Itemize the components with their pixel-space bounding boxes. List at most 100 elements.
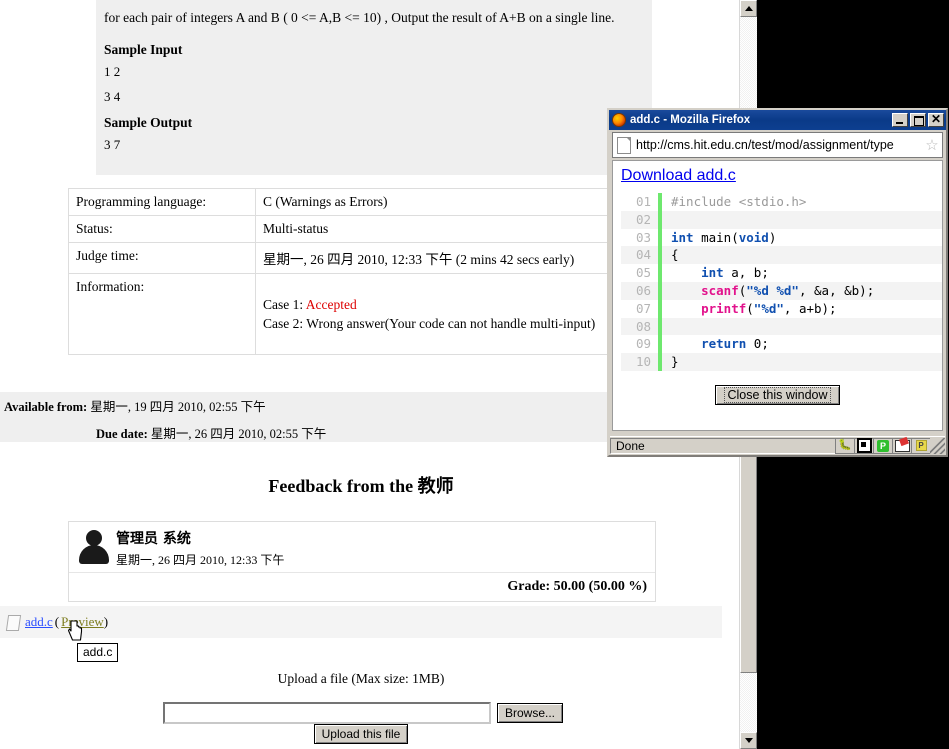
attachment-row: add.c ( Preview ) bbox=[0, 606, 722, 638]
available-from-value: 星期一, 19 四月 2010, 02:55 下午 bbox=[87, 400, 266, 414]
stop-icon[interactable] bbox=[854, 437, 873, 454]
code-gutter-marker bbox=[658, 264, 662, 282]
close-paren: ) bbox=[103, 614, 109, 629]
case-1-status: Accepted bbox=[305, 297, 357, 312]
code-line: 10} bbox=[621, 353, 942, 371]
code-text: } bbox=[671, 354, 679, 370]
green-p-icon[interactable]: P bbox=[873, 437, 892, 454]
row-label: Status: bbox=[68, 215, 256, 243]
code-text: { bbox=[671, 247, 679, 263]
due-date-value: 星期一, 26 四月 2010, 02:55 下午 bbox=[147, 427, 327, 441]
row-value: 星期一, 26 四月 2010, 12:33 下午 (2 mins 42 sec… bbox=[255, 242, 668, 274]
yellow-p-icon[interactable]: P bbox=[911, 437, 930, 454]
code-text: int a, b; bbox=[701, 265, 769, 281]
upload-this-file-button[interactable]: Upload this file bbox=[313, 724, 409, 744]
scroll-down-button[interactable] bbox=[740, 732, 757, 749]
line-number: 06 bbox=[635, 282, 651, 298]
firefox-logo-icon bbox=[612, 113, 626, 127]
row-label: Programming language: bbox=[68, 188, 256, 216]
code-gutter-marker bbox=[658, 299, 662, 318]
due-date-label: Due date: bbox=[96, 427, 148, 441]
description-body: for each pair of integers A and B ( 0 <=… bbox=[104, 10, 615, 25]
close-this-window-button[interactable]: Close this window bbox=[715, 384, 840, 405]
code-gutter-marker bbox=[658, 353, 662, 371]
code-gutter-marker bbox=[658, 317, 662, 336]
feedback-author-name: 管理员 系统 bbox=[116, 531, 191, 547]
feedback-date: 星期一, 26 四月 2010, 12:33 下午 bbox=[116, 553, 285, 567]
file-icon bbox=[5, 614, 22, 631]
code-line: 02 bbox=[621, 210, 942, 229]
sample-input-line-2: 3 4 bbox=[104, 88, 121, 104]
table-row-information: Information: Case 1: Accepted Case 2: Wr… bbox=[68, 273, 668, 355]
close-button[interactable]: ✕ bbox=[928, 112, 944, 127]
grade-text: Grade: 50.00 (50.00 %) bbox=[69, 572, 655, 601]
page-document-icon bbox=[616, 136, 632, 154]
line-number: 02 bbox=[635, 211, 651, 227]
code-text: int main(void) bbox=[671, 229, 777, 245]
scroll-up-button[interactable] bbox=[740, 0, 757, 17]
feedback-meta: 管理员 系统 星期一, 26 四月 2010, 12:33 下午 bbox=[112, 528, 284, 568]
code-line: 05 int a, b; bbox=[621, 264, 942, 282]
mouse-cursor-pointer bbox=[68, 620, 83, 641]
file-tooltip: add.c bbox=[77, 643, 119, 662]
code-text: #include <stdio.h> bbox=[671, 194, 807, 209]
resize-grip-icon[interactable] bbox=[930, 437, 945, 454]
download-link[interactable]: Download add.c bbox=[613, 161, 942, 185]
status-bar-icons: 🐛 P P bbox=[835, 437, 945, 454]
code-gutter-marker bbox=[658, 210, 662, 229]
source-code-viewer: 01 #include <stdio.h> 02 03 int main(void) 04… bbox=[621, 193, 942, 371]
code-line: 08 bbox=[621, 317, 942, 336]
case-1-line: Case 1: Accepted bbox=[263, 297, 660, 313]
close-this-window-label: Close this window bbox=[724, 386, 831, 403]
screen: for each pair of integers A and B ( 0 <=… bbox=[0, 0, 949, 749]
sample-input-line-1: 1 2 bbox=[104, 64, 121, 80]
line-number: 09 bbox=[635, 336, 651, 352]
firefox-title-bar[interactable]: add.c - Mozilla Firefox ✕ bbox=[609, 110, 946, 130]
code-line: 09 return 0; bbox=[621, 335, 942, 354]
browse-button[interactable]: Browse... bbox=[497, 703, 564, 723]
code-gutter-marker bbox=[658, 335, 662, 354]
table-row: Judge time: 星期一, 26 四月 2010, 12:33 下午 (2… bbox=[68, 242, 668, 274]
code-text: return 0; bbox=[701, 336, 769, 352]
submission-info-table: Programming language: C (Warnings as Err… bbox=[68, 188, 668, 355]
maximize-button[interactable] bbox=[910, 113, 926, 127]
scrollbar-thumb[interactable] bbox=[740, 455, 757, 673]
upload-submit-wrap: Upload this file bbox=[0, 724, 722, 744]
problem-description: for each pair of integers A and B ( 0 <=… bbox=[96, 0, 652, 176]
information-value: Case 1: Accepted Case 2: Wrong answer(Yo… bbox=[255, 273, 668, 355]
code-gutter-marker bbox=[658, 193, 662, 211]
code-line: 06 scanf("%d %d", &a, &b); bbox=[621, 281, 942, 300]
upload-file-input[interactable] bbox=[163, 702, 491, 724]
minimize-button[interactable] bbox=[892, 113, 908, 127]
code-gutter-marker bbox=[658, 228, 662, 247]
address-bar[interactable]: http://cms.hit.edu.cn/test/mod/assignmen… bbox=[612, 132, 943, 158]
download-link-text[interactable]: Download add.c bbox=[621, 167, 736, 184]
feedback-heading: Feedback from the 教师 bbox=[268, 476, 454, 496]
feedback-author-row: 管理员 系统 星期一, 26 四月 2010, 12:33 下午 bbox=[69, 522, 655, 572]
open-paren: ( bbox=[54, 614, 60, 629]
line-number: 04 bbox=[635, 247, 651, 263]
available-from-label: Available from: bbox=[4, 400, 88, 414]
row-label: Judge time: bbox=[68, 242, 256, 274]
window-title: add.c - Mozilla Firefox bbox=[630, 114, 751, 126]
bookmark-star-icon[interactable]: ☆ bbox=[922, 136, 942, 154]
bug-icon[interactable]: 🐛 bbox=[835, 437, 854, 454]
code-text: printf("%d", a+b); bbox=[701, 300, 837, 316]
line-number: 03 bbox=[635, 229, 651, 245]
upload-row: Browse... bbox=[163, 702, 564, 724]
line-number: 05 bbox=[635, 265, 651, 281]
sample-output-heading: Sample Output bbox=[104, 114, 193, 130]
attachment-filename-link[interactable]: add.c bbox=[25, 614, 53, 630]
line-number: 10 bbox=[635, 354, 651, 370]
code-gutter-marker bbox=[658, 246, 662, 265]
line-number: 07 bbox=[635, 300, 651, 316]
code-line: 04 { bbox=[621, 246, 942, 265]
code-line: 01 #include <stdio.h> bbox=[621, 193, 942, 211]
firefox-popup-window: add.c - Mozilla Firefox ✕ http://cms.hit… bbox=[607, 108, 948, 457]
line-number: 01 bbox=[635, 194, 651, 209]
mail-icon[interactable] bbox=[892, 437, 911, 454]
feedback-box: 管理员 系统 星期一, 26 四月 2010, 12:33 下午 Grade: … bbox=[68, 521, 656, 602]
case-1-prefix: Case 1: bbox=[263, 297, 306, 312]
status-text: Done bbox=[610, 437, 835, 454]
code-text: scanf("%d %d", &a, &b); bbox=[701, 282, 875, 298]
